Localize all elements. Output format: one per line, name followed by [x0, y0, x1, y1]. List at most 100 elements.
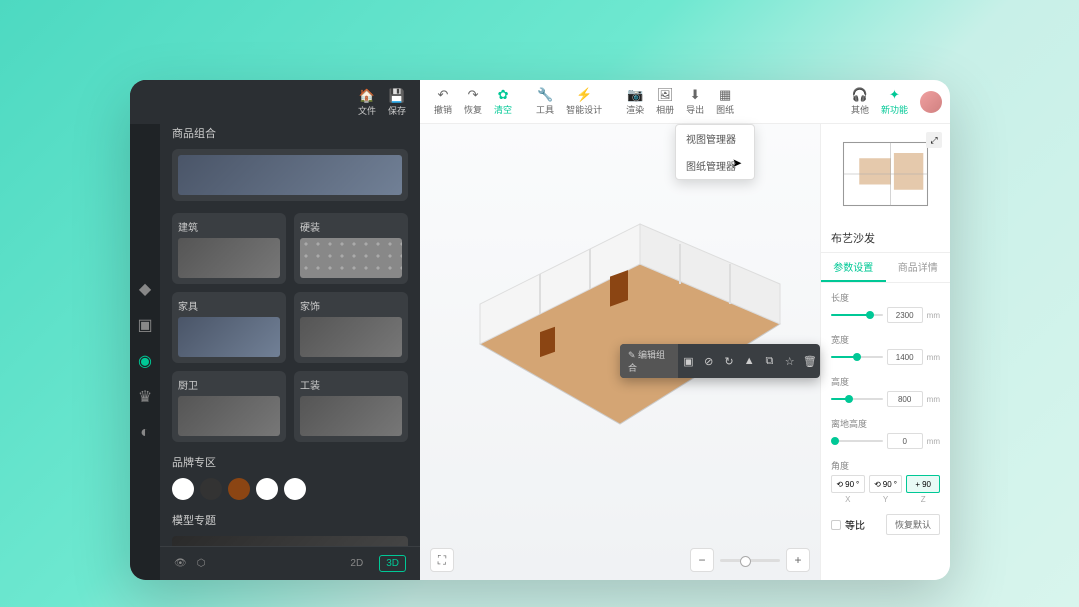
cat-furniture[interactable]: 家具 — [172, 292, 286, 363]
height-slider[interactable] — [831, 398, 883, 400]
combo-title: 商品组合 — [172, 125, 408, 141]
cat-label: 工装 — [300, 377, 402, 392]
ctx-hide-icon[interactable]: ⊘ — [699, 350, 719, 372]
cat-thumb — [178, 317, 280, 357]
cat-hard-deco[interactable]: 硬装 — [294, 213, 408, 284]
prop-length: 长度 mm — [831, 291, 940, 323]
view-toggle-bar: 👁 ⬡ 2D 3D — [160, 546, 420, 580]
cat-decor[interactable]: 家饰 — [294, 292, 408, 363]
tb-smart-design[interactable]: ⚡智能设计 — [560, 87, 608, 116]
user-avatar[interactable] — [920, 91, 942, 113]
brand-row — [172, 478, 408, 500]
prop-ground-height: 离地高度 mm — [831, 417, 940, 449]
cat-building[interactable]: 建筑 — [172, 213, 286, 284]
height-input[interactable] — [887, 391, 923, 407]
tab-params[interactable]: 参数设置 — [821, 253, 886, 282]
categories: 商品组合 建筑 硬装 家具 — [160, 117, 420, 546]
reset-button[interactable]: 恢复默认 — [886, 514, 940, 535]
ctx-favorite-icon[interactable]: ☆ — [780, 350, 800, 372]
brand-section: 品牌专区 — [172, 454, 408, 500]
ctx-mirror-icon[interactable]: ▲ — [739, 350, 759, 372]
angle-z-input[interactable]: + 90 — [906, 475, 940, 493]
lock-ratio-checkbox[interactable] — [831, 520, 841, 530]
tb-other[interactable]: 🎧其他 — [845, 87, 875, 116]
minimap-expand-icon[interactable]: ⤢ — [926, 132, 942, 148]
angle-y-input[interactable]: ⟲ 90° — [869, 475, 903, 493]
workspace: ✎ 编辑组合 ▣ ⊘ ↻ ▲ ⧉ ☆ 🗑 ⛶ − + — [420, 124, 950, 580]
brand-logo[interactable] — [228, 478, 250, 500]
cat-thumb — [300, 238, 402, 278]
camera-icon: 📷 — [627, 87, 643, 101]
zoom-slider[interactable] — [720, 559, 780, 562]
brand-logo[interactable] — [284, 478, 306, 500]
cat-label: 建筑 — [178, 219, 280, 234]
cat-kitchen[interactable]: 厨卫 — [172, 371, 286, 442]
prop-height: 高度 mm — [831, 375, 940, 407]
brand-logo[interactable] — [172, 478, 194, 500]
left-panel: ◆ ▣ ◉ ♛ ◐ ☰ 素材库 🔍 商品组合 — [130, 80, 420, 580]
zoom-controls: − + — [690, 548, 810, 572]
brand-logo[interactable] — [256, 478, 278, 500]
tb-render[interactable]: 📷渲染 — [620, 87, 650, 116]
blueprint-icon: ▦ — [719, 87, 731, 101]
cube-icon[interactable]: ⬡ — [197, 558, 206, 569]
context-toolbar: ✎ 编辑组合 ▣ ⊘ ↻ ▲ ⧉ ☆ 🗑 — [620, 344, 820, 378]
eye-icon[interactable]: 👁 — [174, 558, 187, 569]
cat-label: 厨卫 — [178, 377, 280, 392]
length-input[interactable] — [887, 307, 923, 323]
app-window: ◆ ▣ ◉ ♛ ◐ ☰ 素材库 🔍 商品组合 — [130, 80, 950, 580]
ctx-label: ✎ 编辑组合 — [620, 344, 678, 378]
lock-ratio-label: 等比 — [845, 517, 865, 532]
cat-commercial[interactable]: 工装 — [294, 371, 408, 442]
width-input[interactable] — [887, 349, 923, 365]
zoom-out-button[interactable]: − — [690, 548, 714, 572]
tb-tools[interactable]: 🔧工具 — [530, 87, 560, 116]
width-slider[interactable] — [831, 356, 883, 358]
minimap[interactable]: ⤢ — [821, 124, 950, 224]
tab-details[interactable]: 商品详情 — [886, 253, 951, 282]
view-3d-button[interactable]: 3D — [379, 555, 406, 572]
combo-section: 商品组合 — [172, 125, 408, 201]
right-area: ↶撤销 ↷恢复 ✿清空 🔧工具 ⚡智能设计 📷渲染 🖼相册 ⬇导出 ▦图纸 🎧其… — [420, 80, 950, 580]
rail-layers-icon[interactable]: ▣ — [136, 316, 154, 334]
rail-library-icon[interactable]: ◉ — [136, 352, 154, 370]
brand-logo[interactable] — [200, 478, 222, 500]
tb-drawing[interactable]: ▦图纸 — [710, 87, 740, 116]
fullscreen-button[interactable]: ⛶ — [430, 548, 454, 572]
library-content: ☰ 素材库 🔍 商品组合 建筑 — [160, 80, 420, 580]
tb-save[interactable]: 💾保存 — [382, 88, 412, 117]
cat-thumb — [178, 238, 280, 278]
zoom-in-button[interactable]: + — [786, 548, 810, 572]
tb-export[interactable]: ⬇导出 — [680, 87, 710, 116]
angle-x-input[interactable]: ⟲ 90° — [831, 475, 865, 493]
theme-thumb[interactable] — [172, 536, 408, 546]
rail-user-icon[interactable]: ◐ — [136, 424, 154, 442]
headset-icon: 🎧 — [852, 87, 868, 101]
dd-view-manager[interactable]: 视图管理器 — [676, 125, 754, 152]
cat-thumb — [300, 317, 402, 357]
tb-album[interactable]: 🖼相册 — [650, 87, 680, 116]
ground-input[interactable] — [887, 433, 923, 449]
rail-home-icon[interactable]: ◆ — [136, 280, 154, 298]
ctx-delete-icon[interactable]: 🗑 — [800, 350, 820, 372]
ctx-rotate-icon[interactable]: ↻ — [719, 350, 739, 372]
dd-drawing-manager[interactable]: 图纸管理器 — [676, 152, 754, 179]
ctx-copy-icon[interactable]: ⧉ — [759, 350, 779, 372]
lock-ratio-row: 等比 恢复默认 — [831, 514, 940, 535]
length-slider[interactable] — [831, 314, 883, 316]
theme-title: 模型专题 — [172, 512, 408, 528]
cat-label: 家具 — [178, 298, 280, 313]
ctx-select-icon[interactable]: ▣ — [678, 350, 698, 372]
tb-clear[interactable]: ✿清空 — [488, 87, 518, 116]
tb-file[interactable]: 🏠文件 — [352, 88, 382, 117]
view-2d-button[interactable]: 2D — [344, 556, 369, 571]
combo-card[interactable] — [172, 149, 408, 201]
tb-redo[interactable]: ↷恢复 — [458, 87, 488, 116]
canvas-3d[interactable]: ✎ 编辑组合 ▣ ⊘ ↻ ▲ ⧉ ☆ 🗑 ⛶ − + — [420, 124, 820, 580]
tb-new-features[interactable]: ✦新功能 — [875, 87, 914, 116]
ground-slider[interactable] — [831, 440, 883, 442]
tb-undo[interactable]: ↶撤销 — [428, 87, 458, 116]
rail-crown-icon[interactable]: ♛ — [136, 388, 154, 406]
broom-icon: ✿ — [498, 87, 509, 101]
prop-width: 宽度 mm — [831, 333, 940, 365]
